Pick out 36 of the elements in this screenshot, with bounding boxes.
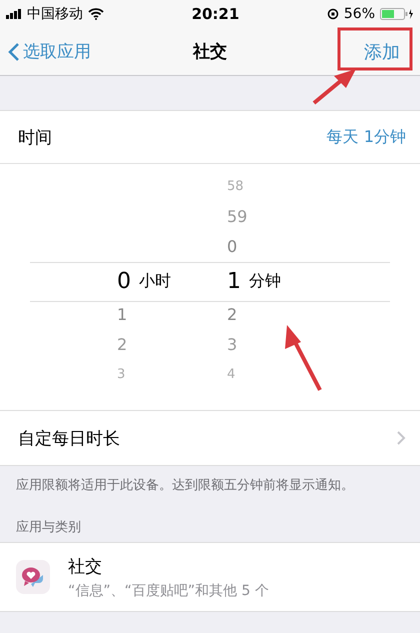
wifi-icon xyxy=(88,8,104,20)
picker-option[interactable]: 2 xyxy=(117,330,128,360)
picker-option[interactable]: 2 xyxy=(227,300,238,330)
picker-option[interactable]: 59 xyxy=(227,202,248,232)
footer-note: 应用限额将适用于此设备。达到限额五分钟前将显示通知。 xyxy=(15,477,355,495)
back-chevron-icon xyxy=(8,42,20,62)
picker-selected-value[interactable]: 0 xyxy=(117,268,131,294)
time-picker[interactable]: 0 小时 1 2 3 58 59 0 1 分钟 2 3 4 xyxy=(0,164,420,410)
add-button[interactable]: 添加 xyxy=(356,36,408,68)
rotation-lock-icon xyxy=(326,8,339,20)
picker-option[interactable]: 3 xyxy=(227,330,238,360)
status-time: 20:21 xyxy=(192,5,240,23)
custom-duration-row[interactable]: 自定每日时长 xyxy=(0,411,420,465)
chat-bubble-icon xyxy=(16,560,50,594)
battery-percent: 56% xyxy=(344,6,375,22)
picker-selected-value[interactable]: 1 xyxy=(227,268,241,294)
app-category-name: 社交 xyxy=(68,556,103,578)
nav-title: 社交 xyxy=(193,41,227,63)
picker-option[interactable]: 3 xyxy=(117,360,126,390)
picker-option[interactable]: 4 xyxy=(227,360,236,390)
section-header: 应用与类别 xyxy=(15,519,82,537)
picker-unit: 分钟 xyxy=(249,270,281,292)
picker-unit: 小时 xyxy=(139,270,171,292)
app-category-detail: “信息”、“百度贴吧”和其他 5 个 xyxy=(68,582,269,600)
back-button[interactable]: 选取应用 xyxy=(8,40,91,63)
picker-option[interactable]: 0 xyxy=(227,232,238,262)
battery-icon xyxy=(380,8,414,20)
picker-option[interactable]: 1 xyxy=(117,300,128,330)
signal-icon xyxy=(6,9,22,19)
annotation-arrow xyxy=(312,69,356,105)
annotation-arrow xyxy=(285,325,322,391)
row-label: 时间 xyxy=(18,126,52,148)
picker-option[interactable]: 58 xyxy=(227,172,244,202)
row-value: 每天 1分钟 xyxy=(326,126,406,148)
chevron-icon xyxy=(396,430,406,446)
carrier-name: 中国移动 xyxy=(27,5,83,23)
